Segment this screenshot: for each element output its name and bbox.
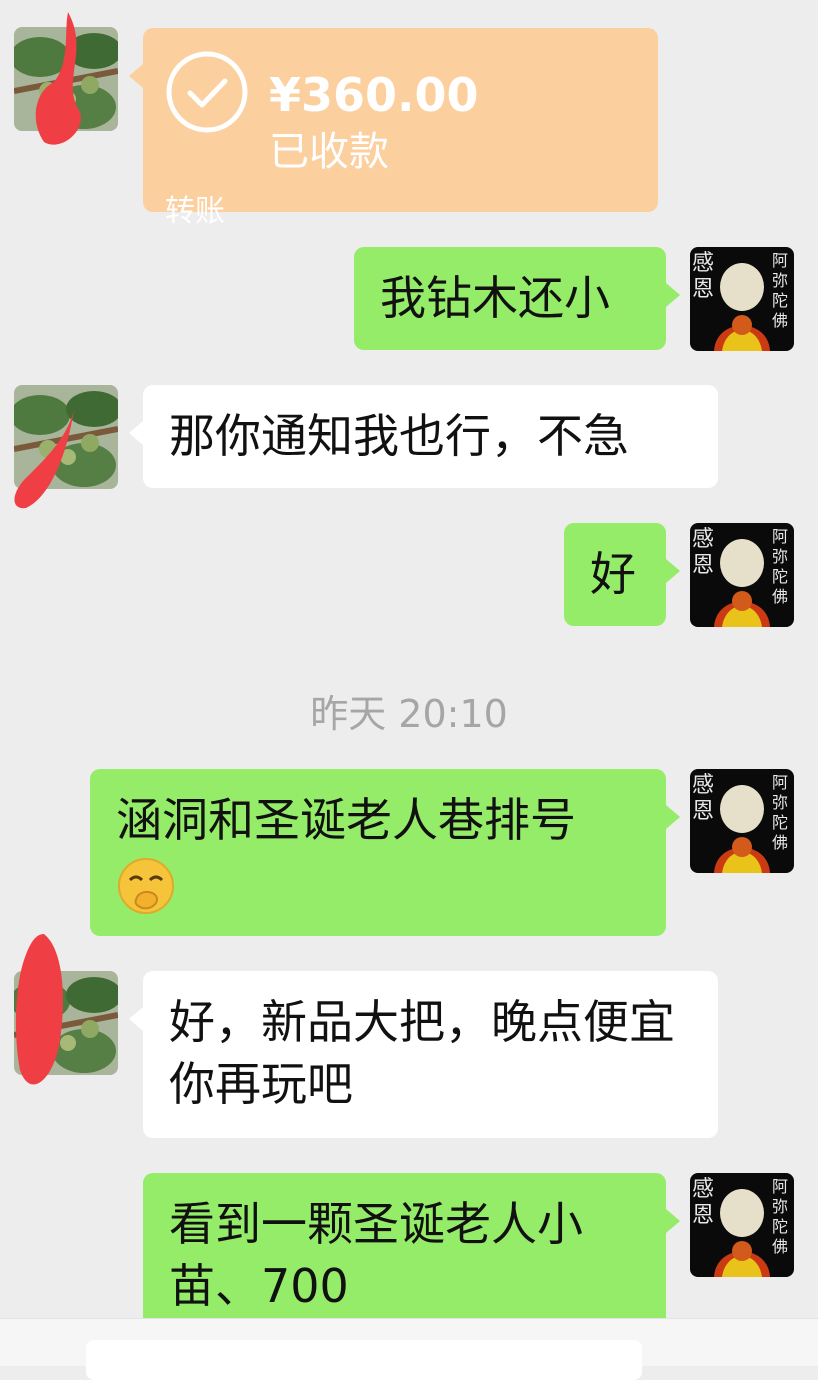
avatar-left-chars: 感恩 xyxy=(692,1177,715,1228)
avatar-right-chars: 阿弥陀佛 xyxy=(772,251,789,330)
self-avatar[interactable]: 感恩 阿弥陀佛 xyxy=(690,1173,794,1277)
avatar-right-chars: 阿弥陀佛 xyxy=(772,1177,789,1256)
avatar-left-chars: 感恩 xyxy=(692,251,715,302)
self-avatar[interactable]: 感恩 阿弥陀佛 xyxy=(690,247,794,351)
message-input[interactable] xyxy=(86,1340,642,1380)
message-bubble[interactable]: 那你通知我也行，不急 xyxy=(129,385,718,488)
transfer-type-label: 转账 xyxy=(165,194,225,229)
message-text: 好，新品大把，晚点便宜你再玩吧 xyxy=(169,995,675,1111)
message-text: 我钻木还小 xyxy=(380,271,610,325)
chat-timestamp: 昨天 20:10 xyxy=(310,692,508,736)
message-text: 看到一颗圣诞老人小苗、700 xyxy=(169,1197,583,1313)
avatar-left-chars: 感恩 xyxy=(692,773,715,824)
self-avatar[interactable]: 感恩 阿弥陀佛 xyxy=(690,769,794,873)
message-bubble[interactable]: 好 xyxy=(564,523,680,626)
avatar-right-chars: 阿弥陀佛 xyxy=(772,773,789,852)
redaction-mark xyxy=(15,934,63,1085)
message-text: 涵洞和圣诞老人巷排号 xyxy=(116,793,576,847)
transfer-status: 已收款 xyxy=(269,129,389,175)
avatar-left-chars: 感恩 xyxy=(692,527,715,578)
redaction-mark xyxy=(35,12,81,145)
transfer-card[interactable]: ¥360.00 已收款 转账 xyxy=(129,28,658,229)
transfer-amount: ¥360.00 xyxy=(269,68,479,122)
self-avatar[interactable]: 感恩 阿弥陀佛 xyxy=(690,523,794,627)
redaction-mark xyxy=(14,410,74,509)
message-bubble[interactable]: 好，新品大把，晚点便宜你再玩吧 xyxy=(129,971,718,1138)
check-circle-icon xyxy=(166,51,248,133)
message-text: 那你通知我也行，不急 xyxy=(169,409,629,463)
message-bubble[interactable]: 我钻木还小 xyxy=(354,247,680,350)
avatar-right-chars: 阿弥陀佛 xyxy=(772,527,789,606)
message-text: 好 xyxy=(590,547,636,601)
message-bubble[interactable]: 涵洞和圣诞老人巷排号 xyxy=(90,769,680,936)
hand-over-mouth-emoji-icon xyxy=(118,857,174,914)
message-bubble[interactable]: 看到一颗圣诞老人小苗、700 xyxy=(143,1173,680,1340)
